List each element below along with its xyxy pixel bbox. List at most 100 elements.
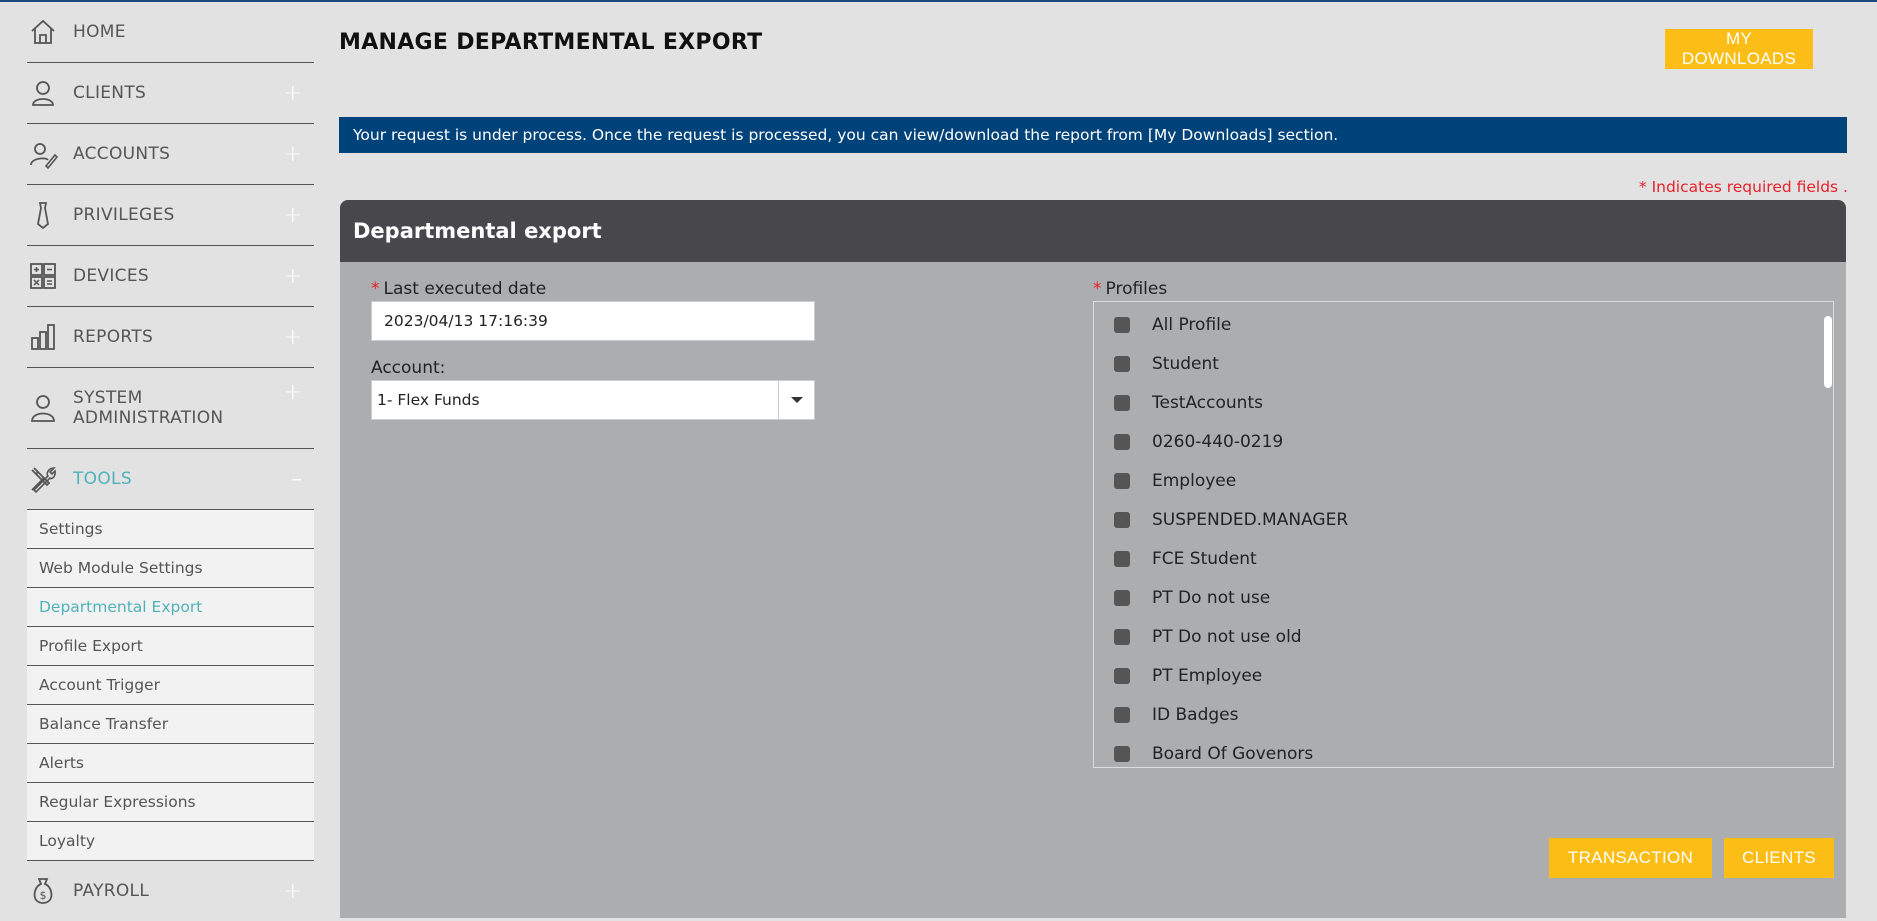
- nav-tools[interactable]: TOOLS –: [27, 449, 314, 510]
- nav-devices-label: DEVICES: [73, 266, 149, 286]
- nav-payroll-label: PAYROLL: [73, 881, 150, 901]
- profile-row[interactable]: Student: [1094, 344, 1833, 383]
- user-edit-icon: [27, 138, 59, 170]
- user-icon: [27, 77, 59, 109]
- profile-label: PT Employee: [1152, 665, 1263, 686]
- profile-row[interactable]: All Profile: [1094, 305, 1833, 344]
- home-icon: [27, 16, 59, 48]
- tools-submenu: Settings Web Module Settings Departmenta…: [27, 510, 314, 861]
- checkbox[interactable]: [1114, 745, 1130, 762]
- profile-label: FCE Student: [1152, 548, 1257, 569]
- nav-home[interactable]: HOME: [27, 2, 314, 63]
- svg-text:$: $: [40, 889, 47, 902]
- profile-row[interactable]: ID Badges: [1094, 695, 1833, 734]
- expand-icon[interactable]: +: [284, 203, 302, 228]
- nav-reports[interactable]: REPORTS +: [27, 307, 314, 368]
- nav-system-administration-label: SYSTEM ADMINISTRATION: [73, 388, 224, 428]
- nav-accounts[interactable]: ACCOUNTS +: [27, 124, 314, 185]
- profile-row[interactable]: PT Do not use old: [1094, 617, 1833, 656]
- expand-icon[interactable]: +: [284, 879, 302, 904]
- profile-row[interactable]: PT Do not use: [1094, 578, 1833, 617]
- profile-label: PT Do not use old: [1152, 626, 1302, 647]
- panel-title: Departmental export: [340, 200, 1846, 262]
- collapse-icon[interactable]: –: [291, 467, 302, 492]
- nav-privileges-label: PRIVILEGES: [73, 205, 175, 225]
- checkbox[interactable]: [1114, 394, 1130, 411]
- nav-clients-label: CLIENTS: [73, 83, 147, 103]
- profile-label: 0260-440-0219: [1152, 431, 1284, 452]
- checkbox[interactable]: [1114, 355, 1130, 372]
- clients-button[interactable]: CLIENTS: [1724, 838, 1834, 878]
- expand-icon[interactable]: +: [284, 264, 302, 289]
- nav-system-administration[interactable]: SYSTEM ADMINISTRATION +: [27, 368, 314, 449]
- subnav-web-module-settings[interactable]: Web Module Settings: [27, 549, 314, 588]
- nav-privileges[interactable]: PRIVILEGES +: [27, 185, 314, 246]
- checkbox[interactable]: [1114, 667, 1130, 684]
- subnav-loyalty[interactable]: Loyalty: [27, 822, 314, 861]
- profile-row[interactable]: Board Of Govenors: [1094, 734, 1833, 767]
- chevron-down-icon[interactable]: [778, 381, 814, 419]
- checkbox[interactable]: [1114, 511, 1130, 528]
- nav-payroll[interactable]: $ PAYROLL +: [27, 861, 314, 921]
- sidebar: HOME CLIENTS + ACCOUNTS + PRIVILEGES + D…: [27, 2, 314, 921]
- money-bag-icon: $: [27, 875, 59, 907]
- calculator-icon: [27, 260, 59, 292]
- last-executed-label: * Last executed date: [371, 279, 546, 299]
- profile-label: Student: [1152, 353, 1219, 374]
- bar-chart-icon: [27, 321, 59, 353]
- profile-label: PT Do not use: [1152, 587, 1271, 608]
- profile-row[interactable]: TestAccounts: [1094, 383, 1833, 422]
- profile-row[interactable]: SUSPENDED.MANAGER: [1094, 500, 1833, 539]
- required-star: *: [371, 279, 380, 299]
- info-message: Your request is under process. Once the …: [339, 117, 1847, 153]
- nav-tools-label: TOOLS: [73, 469, 132, 489]
- departmental-export-panel: Departmental export * Last executed date …: [340, 200, 1846, 918]
- transaction-button[interactable]: TRANSACTION: [1549, 838, 1712, 878]
- account-select[interactable]: 1- Flex Funds: [371, 380, 815, 420]
- subnav-departmental-export[interactable]: Departmental Export: [27, 588, 314, 627]
- profile-label: Employee: [1152, 470, 1237, 491]
- profile-row[interactable]: 0260-440-0219: [1094, 422, 1833, 461]
- subnav-settings[interactable]: Settings: [27, 510, 314, 549]
- account-label: Account:: [371, 358, 446, 378]
- subnav-regular-expressions[interactable]: Regular Expressions: [27, 783, 314, 822]
- profile-row[interactable]: PT Employee: [1094, 656, 1833, 695]
- checkbox[interactable]: [1114, 550, 1130, 567]
- profiles-label: * Profiles: [1093, 279, 1167, 299]
- nav-devices[interactable]: DEVICES +: [27, 246, 314, 307]
- checkbox[interactable]: [1114, 589, 1130, 606]
- page-title: MANAGE DEPARTMENTAL EXPORT: [339, 30, 763, 55]
- required-star: *: [1093, 279, 1102, 299]
- checkbox[interactable]: [1114, 472, 1130, 489]
- profile-label: Board Of Govenors: [1152, 743, 1314, 764]
- profiles-list: All Profile Student TestAccounts 0260-44…: [1093, 301, 1834, 768]
- profiles-scrollbar[interactable]: [1824, 316, 1832, 388]
- expand-icon[interactable]: +: [284, 325, 302, 350]
- last-executed-label-text: Last executed date: [383, 279, 547, 299]
- nav-home-label: HOME: [73, 22, 126, 42]
- profile-label: All Profile: [1152, 314, 1232, 335]
- checkbox[interactable]: [1114, 433, 1130, 450]
- required-fields-note: * Indicates required fields .: [1638, 178, 1848, 196]
- profiles-label-text: Profiles: [1105, 279, 1168, 299]
- profile-label: ID Badges: [1152, 704, 1239, 725]
- profile-label: TestAccounts: [1152, 392, 1263, 413]
- expand-icon[interactable]: +: [284, 81, 302, 106]
- checkbox[interactable]: [1114, 316, 1130, 333]
- checkbox[interactable]: [1114, 628, 1130, 645]
- my-downloads-button[interactable]: MY DOWNLOADS: [1665, 29, 1813, 69]
- subnav-balance-transfer[interactable]: Balance Transfer: [27, 705, 314, 744]
- profile-row[interactable]: Employee: [1094, 461, 1833, 500]
- subnav-alerts[interactable]: Alerts: [27, 744, 314, 783]
- profile-row[interactable]: FCE Student: [1094, 539, 1833, 578]
- subnav-profile-export[interactable]: Profile Export: [27, 627, 314, 666]
- expand-icon[interactable]: +: [284, 142, 302, 167]
- tools-icon: [27, 463, 59, 495]
- tie-icon: [27, 199, 59, 231]
- checkbox[interactable]: [1114, 706, 1130, 723]
- last-executed-date-field[interactable]: 2023/04/13 17:16:39: [371, 301, 815, 341]
- expand-icon[interactable]: +: [284, 380, 302, 405]
- admin-user-icon: [27, 392, 59, 424]
- subnav-account-trigger[interactable]: Account Trigger: [27, 666, 314, 705]
- nav-clients[interactable]: CLIENTS +: [27, 63, 314, 124]
